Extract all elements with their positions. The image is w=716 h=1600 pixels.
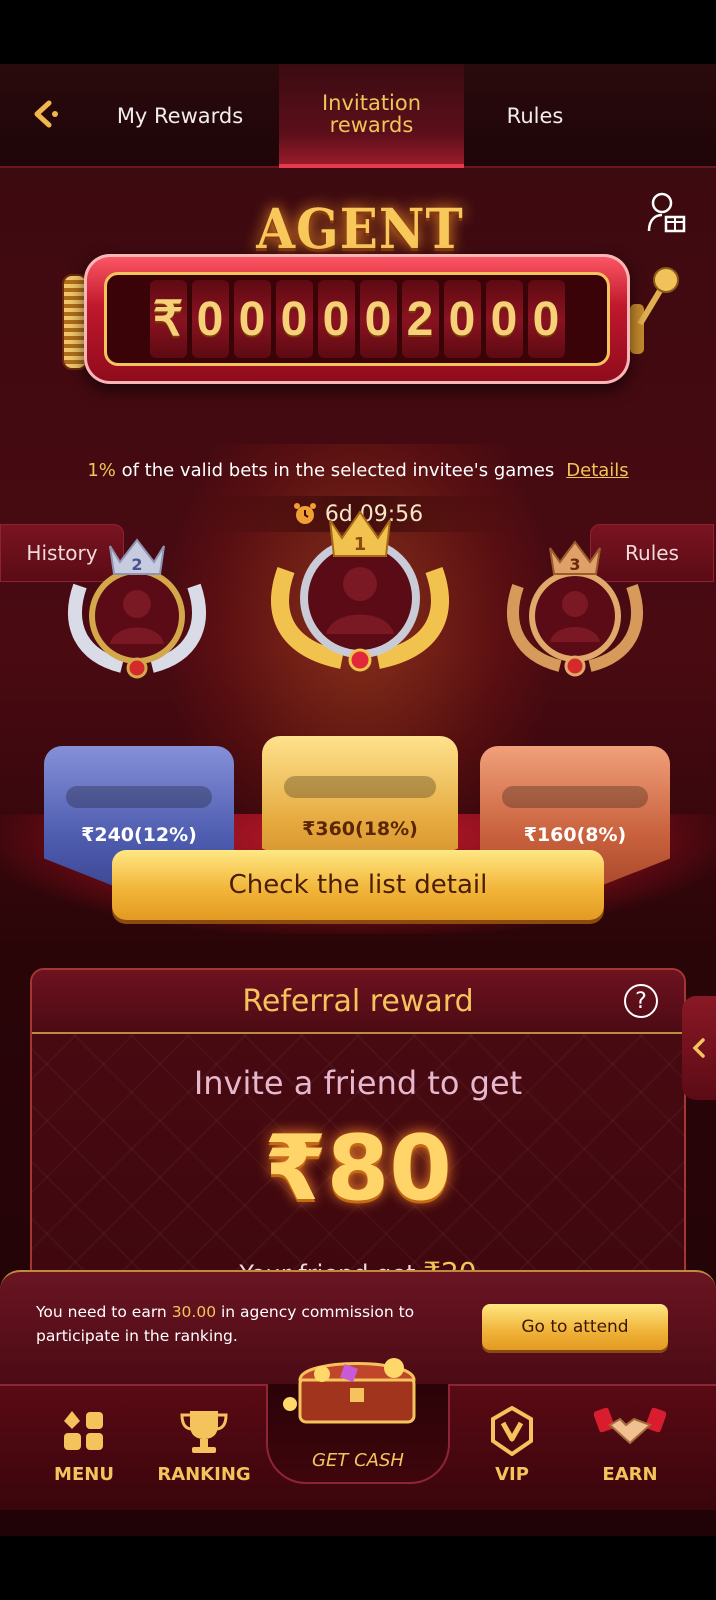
handshake-icon [594,1407,666,1445]
silver-rank-medal-icon: 2 [68,538,206,679]
top-nav: My Rewards Invitation rewards Rules [0,64,716,168]
rank-2-amount: ₹240(12%) [81,824,197,846]
tab-invitation-rewards[interactable]: Invitation rewards [279,64,464,168]
rank-number: 3 [569,555,580,574]
menu-icon [64,1411,103,1450]
back-button[interactable] [26,94,66,134]
gold-rank-medal-icon: 1 [271,510,449,672]
screen: My Rewards Invitation rewards Rules AGENT… [0,0,716,1600]
digit-cell: 0 [443,280,481,358]
tab-rules-label: Rules [506,103,564,128]
help-icon[interactable]: ? [624,984,658,1018]
go-to-attend-button[interactable]: Go to attend [482,1304,668,1350]
tab-my-rewards-label: My Rewards [116,103,244,128]
nav-ranking-label: RANKING [157,1464,251,1485]
tab-invitation-rewards-label: Invitation rewards [322,92,421,136]
bronze-rank-medal-icon: 3 [507,540,643,677]
digit-cell: 0 [485,280,523,358]
digit-cell: 0 [233,280,271,358]
rank-number: 1 [354,534,367,555]
treasure-chest-icon [283,1358,416,1424]
nav-menu[interactable]: MENU [24,1400,144,1510]
digit-cell: 0 [527,280,565,358]
nav-get-cash-label[interactable]: GET CASH [266,1450,450,1471]
name-bar [66,786,212,808]
trophy-icon [180,1411,228,1453]
note-text: of the valid bets in the selected invite… [115,460,555,481]
digit-cell: 2 [401,280,439,358]
name-bar [284,776,436,798]
currency-cell: ₹ [149,280,187,358]
referral-header: Referral reward ? [32,970,684,1034]
nav-vip[interactable]: VIP [452,1400,572,1510]
nav-earn[interactable]: EARN [570,1400,690,1510]
invite-text: Invite a friend to get [193,1064,523,1102]
name-bar [502,786,648,808]
notice-text: You need to earn 30.00 in agency commiss… [36,1300,456,1348]
tab-my-rewards[interactable]: My Rewards [100,64,260,168]
referral-amount: ₹80 [264,1116,452,1221]
referral-title: Referral reward [242,983,474,1019]
digit-cell: 0 [191,280,229,358]
note-percent: 1% [87,460,116,481]
nav-menu-label: MENU [54,1464,114,1485]
app: My Rewards Invitation rewards Rules AGENT… [0,64,716,1536]
slot-lever-icon [630,267,679,354]
go-to-attend-label: Go to attend [521,1317,629,1337]
notice-pre: You need to earn [36,1303,172,1321]
back-arrow-icon [34,100,58,128]
digit-cell: 0 [359,280,397,358]
digit-cell: 0 [275,280,313,358]
jackpot-note: 1% of the valid bets in the selected inv… [0,460,716,481]
vip-badge-icon [491,1406,533,1456]
tab-label-line1: Invitation [321,90,422,115]
jackpot-reel: ₹ 0 0 0 0 0 2 0 0 0 [84,254,630,384]
details-link[interactable]: Details [566,460,628,481]
tab-rules[interactable]: Rules [470,64,600,168]
rank-number: 2 [131,555,142,574]
notice-value: 30.00 [171,1303,217,1321]
check-list-detail-label: Check the list detail [228,870,488,900]
nav-earn-label: EARN [602,1464,658,1485]
nav-vip-label: VIP [495,1464,529,1485]
jackpot-digits: ₹ 0 0 0 0 0 2 0 0 0 [104,272,610,366]
rank-3-amount: ₹160(8%) [523,824,627,846]
nav-ranking[interactable]: RANKING [144,1400,264,1510]
chevron-left-icon [692,1038,705,1058]
side-drawer-tab[interactable] [682,996,716,1100]
digit-cell: 0 [317,280,355,358]
rank-1-amount: ₹360(18%) [302,818,418,840]
tab-label-line2: rewards [329,113,414,137]
invite-user-icon[interactable] [646,191,688,235]
check-list-detail-button[interactable]: Check the list detail [112,850,604,920]
